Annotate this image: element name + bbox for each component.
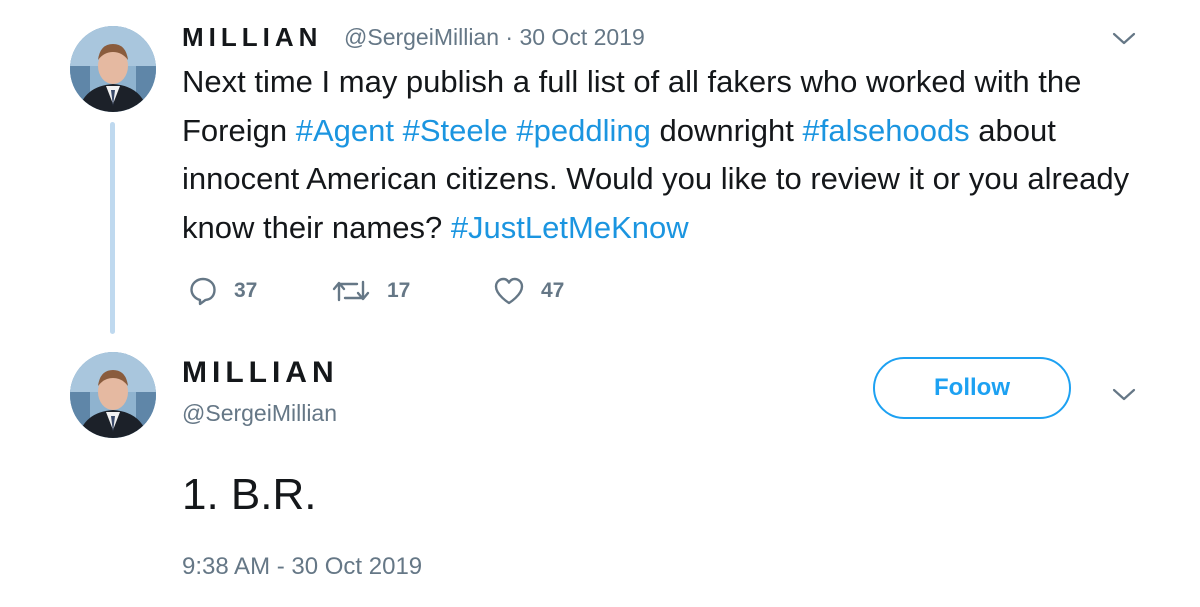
tweet-text-segment: downright — [650, 112, 803, 148]
hashtag-link[interactable]: #peddling — [516, 113, 650, 148]
reply-icon — [190, 277, 216, 306]
tweet-text: 1. B.R. — [182, 470, 317, 519]
hashtag-link[interactable]: #Agent — [296, 113, 394, 148]
avatar[interactable] — [70, 352, 156, 438]
retweet-button[interactable]: 17 — [331, 276, 410, 306]
handle[interactable]: @SergeiMillian — [182, 400, 337, 427]
chevron-down-icon[interactable] — [1112, 32, 1136, 51]
hashtag-link[interactable]: #falsehoods — [803, 113, 970, 148]
reply-count: 37 — [234, 279, 258, 302]
thread-line — [110, 122, 115, 334]
tweet-timestamp[interactable]: 9:38 AM - 30 Oct 2019 — [182, 553, 422, 581]
tweet-text: Next time I may publish a full list of a… — [182, 58, 1172, 252]
display-name[interactable]: MILLIAN — [182, 356, 339, 390]
avatar-photo — [70, 26, 156, 112]
avatar[interactable] — [70, 26, 156, 112]
follow-button[interactable]: Follow — [873, 357, 1071, 419]
avatar-photo — [70, 352, 156, 438]
hashtag-link[interactable]: #Steele — [403, 113, 508, 148]
chevron-down-icon[interactable] — [1112, 388, 1136, 407]
reply-button[interactable]: 37 — [188, 276, 257, 306]
display-name[interactable]: MILLIAN — [182, 22, 322, 53]
hashtag-link[interactable]: #JustLetMeKnow — [451, 210, 689, 245]
like-count: 47 — [541, 279, 565, 302]
like-button[interactable]: 47 — [493, 276, 564, 306]
retweet-count: 17 — [387, 279, 411, 302]
retweet-icon — [332, 280, 370, 302]
tweet-text-segment — [394, 113, 403, 148]
handle-and-date[interactable]: @SergeiMillian · 30 Oct 2019 — [344, 24, 645, 51]
heart-icon — [494, 277, 524, 305]
